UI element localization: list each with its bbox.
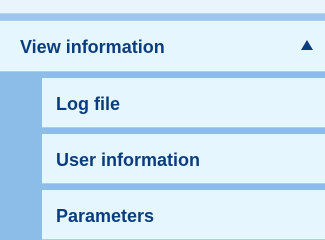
submenu: Log file User information Parameters: [0, 72, 325, 240]
triangle-up-icon: [301, 40, 313, 50]
section-label: View information: [20, 37, 165, 57]
view-information-section-toggle[interactable]: View information: [0, 20, 325, 72]
submenu-item-user-information[interactable]: User information: [42, 134, 325, 184]
previous-menu-item[interactable]: [0, 0, 325, 14]
submenu-item-label: Parameters: [56, 206, 155, 226]
submenu-item-log-file[interactable]: Log file: [42, 78, 325, 128]
submenu-item-parameters[interactable]: Parameters: [42, 190, 325, 240]
submenu-item-label: User information: [56, 150, 201, 170]
navigation-menu: View information Log file User informati…: [0, 0, 325, 240]
submenu-item-label: Log file: [56, 94, 120, 114]
